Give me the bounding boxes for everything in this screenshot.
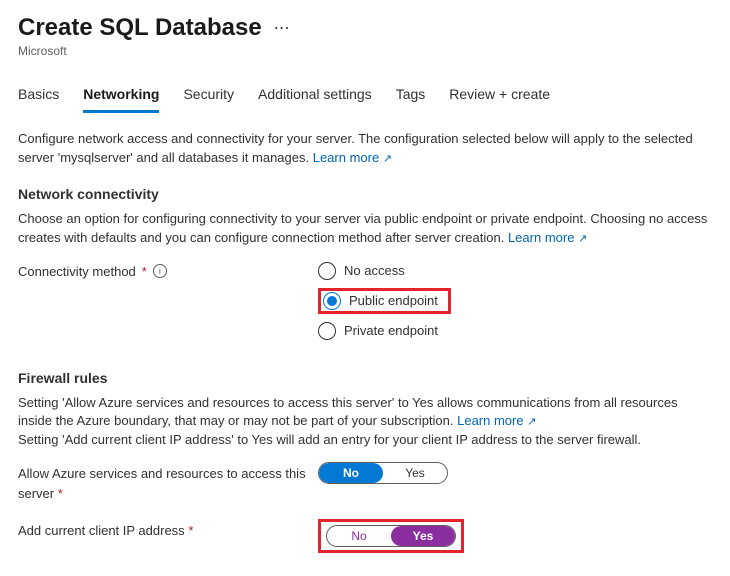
- network-connectivity-heading: Network connectivity: [18, 186, 712, 202]
- highlight-public-endpoint: Public endpoint: [318, 288, 451, 314]
- client-ip-toggle[interactable]: No Yes: [326, 525, 456, 547]
- radio-private-endpoint[interactable]: Private endpoint: [318, 320, 451, 342]
- tab-networking[interactable]: Networking: [83, 80, 159, 113]
- required-indicator: *: [58, 486, 63, 501]
- highlight-client-ip-toggle: No Yes: [318, 519, 464, 553]
- tab-additional-settings[interactable]: Additional settings: [258, 80, 372, 113]
- connectivity-learn-more-link[interactable]: Learn more ↗: [508, 230, 587, 245]
- firewall-desc: Setting 'Allow Azure services and resour…: [18, 394, 712, 451]
- connectivity-desc-body: Choose an option for configuring connect…: [18, 211, 707, 245]
- external-link-icon: ↗: [578, 233, 587, 245]
- tabs: Basics Networking Security Additional se…: [18, 80, 712, 114]
- firewall-learn-more-link[interactable]: Learn more ↗: [457, 413, 536, 428]
- required-indicator: *: [142, 262, 147, 282]
- firewall-desc-b: Setting 'Add current client IP address' …: [18, 432, 641, 447]
- tab-basics[interactable]: Basics: [18, 80, 59, 113]
- external-link-icon: ↗: [383, 153, 392, 165]
- page-subtitle: Microsoft: [18, 44, 712, 58]
- toggle-yes[interactable]: Yes: [391, 526, 455, 546]
- page-title: Create SQL Database: [18, 14, 262, 42]
- intro-learn-more-link[interactable]: Learn more ↗: [313, 150, 392, 165]
- connectivity-method-label: Connectivity method: [18, 262, 136, 282]
- radio-icon: [323, 292, 341, 310]
- info-icon[interactable]: i: [153, 264, 167, 278]
- tab-review-create[interactable]: Review + create: [449, 80, 550, 113]
- radio-icon: [318, 262, 336, 280]
- allow-azure-toggle[interactable]: No Yes: [318, 462, 448, 484]
- external-link-icon: ↗: [527, 416, 536, 428]
- radio-label: No access: [344, 263, 405, 278]
- tab-tags[interactable]: Tags: [396, 80, 426, 113]
- connectivity-radio-group: No access Public endpoint Private endpoi…: [318, 260, 451, 342]
- toggle-yes[interactable]: Yes: [383, 463, 447, 483]
- client-ip-label: Add current client IP address: [18, 523, 185, 538]
- radio-label: Public endpoint: [349, 293, 438, 308]
- radio-public-endpoint[interactable]: Public endpoint: [323, 292, 438, 310]
- required-indicator: *: [188, 523, 193, 538]
- toggle-no[interactable]: No: [319, 463, 383, 483]
- firewall-rules-heading: Firewall rules: [18, 370, 712, 386]
- radio-icon: [318, 322, 336, 340]
- connectivity-desc: Choose an option for configuring connect…: [18, 210, 712, 248]
- radio-no-access[interactable]: No access: [318, 260, 451, 282]
- radio-label: Private endpoint: [344, 323, 438, 338]
- toggle-no[interactable]: No: [327, 526, 391, 546]
- firewall-desc-a: Setting 'Allow Azure services and resour…: [18, 395, 678, 429]
- more-actions-icon[interactable]: ⋯: [274, 18, 290, 38]
- intro-text: Configure network access and connectivit…: [18, 130, 712, 168]
- tab-security[interactable]: Security: [183, 80, 234, 113]
